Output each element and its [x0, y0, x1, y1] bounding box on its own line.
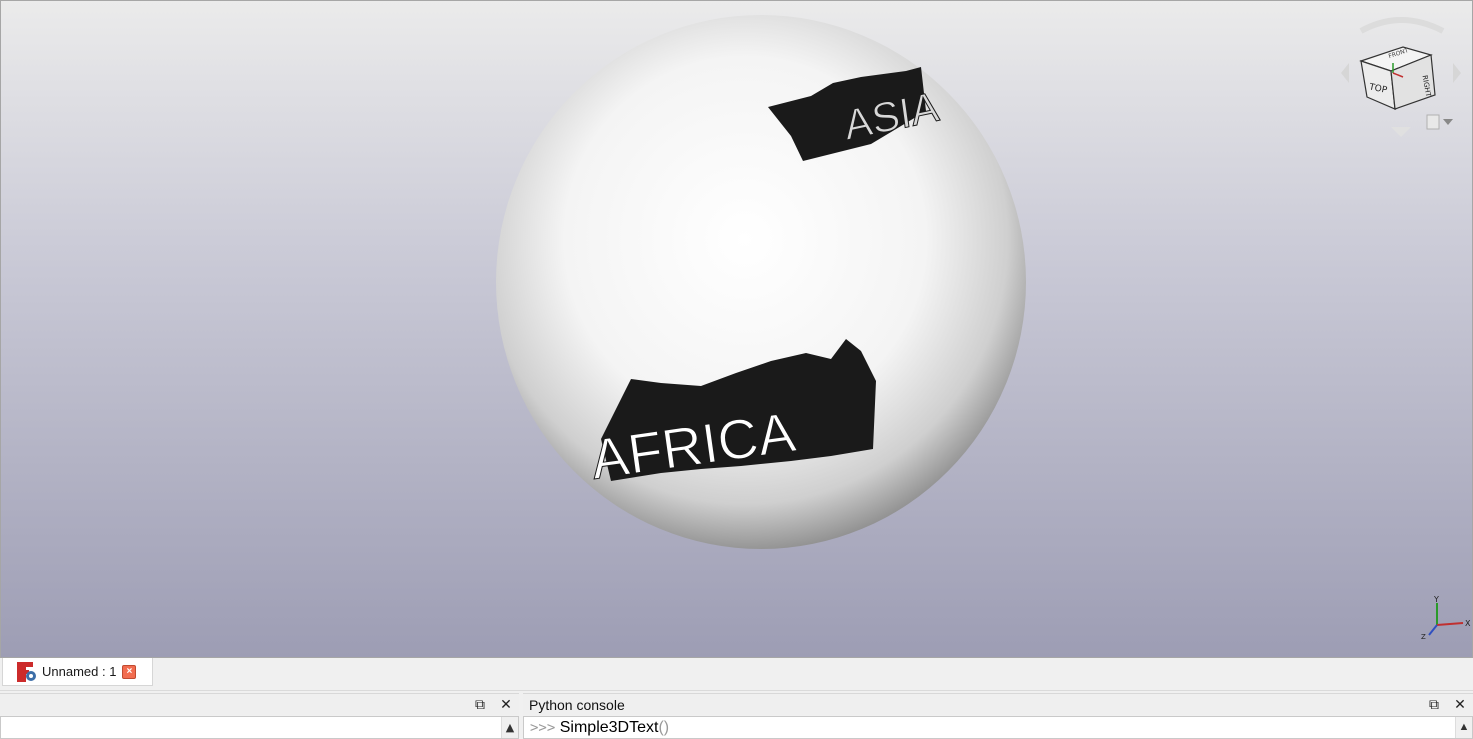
console-command[interactable]: Simple3DText: [560, 719, 659, 736]
navcube-right-arrow-icon[interactable]: [1453, 63, 1461, 83]
tab-unnamed-document[interactable]: Unnamed : 1 ×: [2, 658, 153, 686]
console-args: (): [658, 719, 670, 736]
navigation-cube[interactable]: TOP RIGHT FRONT: [1331, 11, 1471, 141]
freecad-window: ASIA AFRICA TOP RIGHT FRONT Y X Z Unname…: [0, 0, 1473, 739]
axis-y-label: Y: [1433, 595, 1439, 604]
left-dock-panel[interactable]: ▲: [0, 716, 519, 739]
navcube-down-arrow-icon[interactable]: [1391, 127, 1411, 137]
axis-x-label: X: [1465, 619, 1471, 628]
left-dock-header: ⧉ ✕: [0, 693, 519, 715]
navcube-box[interactable]: TOP RIGHT FRONT: [1359, 46, 1436, 110]
float-panel-icon[interactable]: ⧉: [473, 696, 487, 712]
axis-cross-icon: Y X Z: [1421, 595, 1471, 641]
freecad-logo-icon: [17, 661, 36, 682]
view-menu-icon[interactable]: [1426, 114, 1453, 130]
axis-z-label: Z: [1421, 633, 1426, 641]
tab-title: Unnamed : 1: [42, 664, 117, 679]
python-console-title: Python console: [529, 696, 625, 713]
console-scroll-up-arrow-icon[interactable]: ▲: [1455, 717, 1472, 738]
document-tab-bar: Unnamed : 1 ×: [0, 658, 1473, 691]
close-console-icon[interactable]: ✕: [1453, 696, 1467, 712]
navcube-left-arrow-icon[interactable]: [1341, 63, 1349, 83]
scroll-up-arrow-icon[interactable]: ▲: [501, 717, 518, 738]
close-tab-icon[interactable]: ×: [122, 664, 137, 679]
3d-scene[interactable]: ASIA AFRICA: [1, 1, 1473, 658]
console-prompt: >>>: [530, 720, 556, 736]
3d-viewport[interactable]: ASIA AFRICA TOP RIGHT FRONT Y X Z: [0, 0, 1473, 658]
float-console-icon[interactable]: ⧉: [1427, 696, 1441, 712]
close-panel-icon[interactable]: ✕: [499, 696, 513, 712]
python-console[interactable]: >>> Simple3DText() ▲: [523, 716, 1473, 739]
navcube-rotate-arrow-icon[interactable]: [1359, 17, 1445, 34]
sphere[interactable]: [496, 15, 1026, 549]
python-console-header: Python console ⧉ ✕: [523, 693, 1473, 715]
